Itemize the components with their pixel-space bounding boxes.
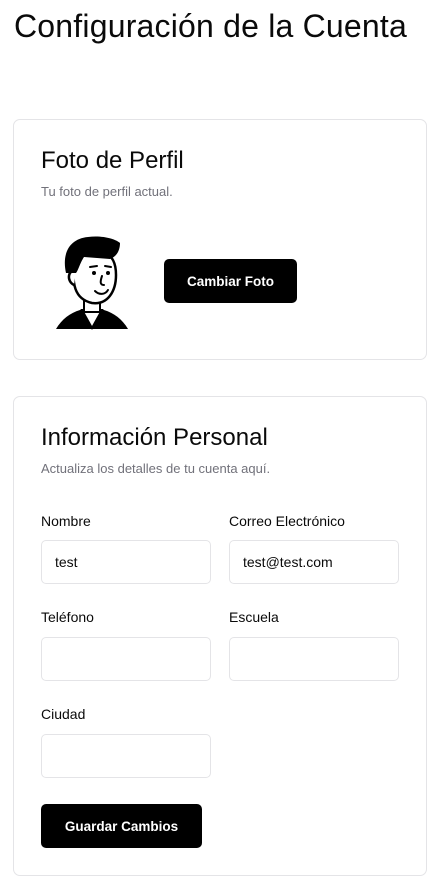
school-field[interactable] — [229, 637, 399, 681]
phone-field[interactable] — [41, 637, 211, 681]
phone-label: Teléfono — [41, 609, 94, 625]
profile-photo-card: Foto de Perfil Tu foto de perfil actual. — [13, 119, 427, 360]
cartoon-face-avatar-icon — [56, 236, 128, 331]
account-settings-page: Configuración de la Cuenta Foto de Perfi… — [0, 0, 447, 882]
page-title: Configuración de la Cuenta — [14, 8, 408, 44]
city-field[interactable] — [41, 734, 211, 778]
personal-info-card: Información Personal Actualiza los detal… — [13, 396, 427, 876]
city-label: Ciudad — [41, 706, 86, 722]
profile-photo-description: Tu foto de perfil actual. — [41, 184, 173, 199]
avatar — [54, 233, 132, 335]
personal-info-description: Actualiza los detalles de tu cuenta aquí… — [41, 461, 271, 476]
email-label: Correo Electrónico — [229, 513, 345, 529]
school-label: Escuela — [229, 609, 279, 625]
personal-info-title: Información Personal — [41, 424, 268, 451]
save-changes-button[interactable]: Guardar Cambios — [41, 804, 202, 848]
email-field[interactable] — [229, 540, 399, 584]
name-field[interactable] — [41, 540, 211, 584]
profile-photo-title: Foto de Perfil — [41, 147, 184, 174]
change-photo-button[interactable]: Cambiar Foto — [164, 259, 297, 303]
name-label: Nombre — [41, 513, 91, 529]
